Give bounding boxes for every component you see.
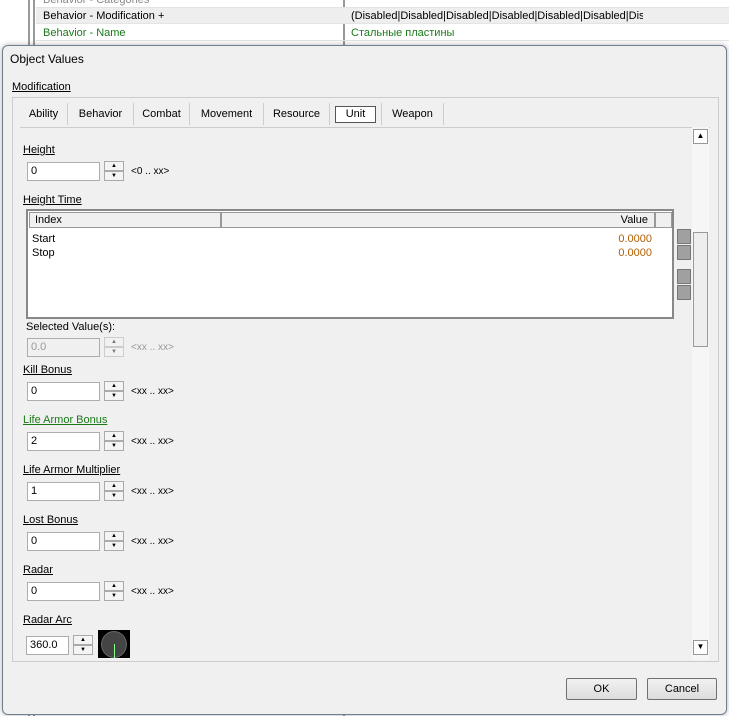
radar-input[interactable]: 0 bbox=[27, 582, 100, 601]
height-time-list[interactable]: Index Value Start 0.0000 Stop 0.0000 bbox=[26, 209, 674, 319]
bg-row-name: Behavior - Categories bbox=[43, 0, 150, 6]
bg-row[interactable]: Behavior - Name Стальные пластины bbox=[36, 25, 729, 41]
radar-label: Radar bbox=[23, 564, 53, 576]
height-input[interactable]: 0 bbox=[27, 162, 100, 181]
row-value: 0.0000 bbox=[618, 247, 652, 259]
lost-bonus-range: <xx .. xx> bbox=[131, 536, 174, 547]
row-index: Stop bbox=[32, 247, 55, 259]
life-armor-multiplier-range: <xx .. xx> bbox=[131, 486, 174, 497]
tab-behavior[interactable]: Behavior bbox=[68, 103, 134, 125]
lost-bonus-spinner[interactable]: ▲ ▼ bbox=[104, 531, 124, 551]
selected-values-label: Selected Value(s): bbox=[26, 321, 116, 333]
tab-ability[interactable]: Ability bbox=[20, 103, 68, 125]
radar-range: <xx .. xx> bbox=[131, 586, 174, 597]
move-down-button[interactable] bbox=[677, 245, 691, 260]
scroll-thumb[interactable] bbox=[693, 232, 708, 347]
bg-row-name: Behavior - Modification + bbox=[43, 10, 165, 22]
ok-button[interactable]: OK bbox=[566, 678, 637, 700]
background-table: Behavior - Categories Behavior - Modific… bbox=[0, 0, 729, 716]
add-button[interactable] bbox=[677, 269, 691, 284]
tab-resource[interactable]: Resource bbox=[264, 103, 330, 125]
bg-row-name: Behavior - Name bbox=[43, 27, 126, 39]
remove-button[interactable] bbox=[677, 285, 691, 300]
bg-row[interactable]: Behavior - Categories bbox=[36, 0, 729, 8]
bg-row-value: Стальные пластины bbox=[351, 27, 455, 39]
kill-bonus-label: Kill Bonus bbox=[23, 364, 72, 376]
group-label: Modification bbox=[12, 81, 71, 93]
kill-bonus-range: <xx .. xx> bbox=[131, 386, 174, 397]
life-armor-bonus-spinner[interactable]: ▲ ▼ bbox=[104, 431, 124, 451]
life-armor-bonus-label: Life Armor Bonus bbox=[23, 414, 108, 426]
scroll-down-icon[interactable]: ▼ bbox=[693, 640, 708, 655]
tab-unit-label: Unit bbox=[335, 106, 376, 123]
cancel-button[interactable]: Cancel bbox=[647, 678, 717, 700]
bg-row-value: (Disabled|Disabled|Disabled|Disabled|Dis… bbox=[351, 10, 643, 22]
list-row[interactable]: Start 0.0000 bbox=[32, 233, 652, 245]
tab-unit[interactable]: Unit bbox=[330, 103, 382, 125]
kill-bonus-spinner[interactable]: ▲ ▼ bbox=[104, 381, 124, 401]
column-index[interactable]: Index bbox=[29, 212, 221, 228]
radar-arc-spinner[interactable]: ▲ ▼ bbox=[73, 635, 93, 655]
selected-value-input: 0.0 bbox=[27, 338, 100, 357]
tab-movement[interactable]: Movement bbox=[190, 103, 264, 125]
height-spinner[interactable]: ▲ ▼ bbox=[104, 161, 124, 181]
bg-row[interactable]: Behavior - Modification + (Disabled|Disab… bbox=[36, 8, 729, 24]
tab-weapon[interactable]: Weapon bbox=[382, 103, 444, 125]
radar-arc-input[interactable]: 360.0 bbox=[26, 636, 69, 655]
scrollbar[interactable]: ▲ ▼ bbox=[692, 127, 709, 660]
radar-arc-dial[interactable] bbox=[98, 630, 130, 658]
life-armor-bonus-range: <xx .. xx> bbox=[131, 436, 174, 447]
kill-bonus-input[interactable]: 0 bbox=[27, 382, 100, 401]
life-armor-multiplier-spinner[interactable]: ▲ ▼ bbox=[104, 481, 124, 501]
height-range: <0 .. xx> bbox=[131, 166, 170, 177]
move-up-button[interactable] bbox=[677, 229, 691, 244]
row-value: 0.0000 bbox=[618, 233, 652, 245]
row-index: Start bbox=[32, 233, 56, 245]
tab-combat[interactable]: Combat bbox=[134, 103, 190, 125]
life-armor-bonus-input[interactable]: 2 bbox=[27, 432, 100, 451]
dialog-title: Object Values bbox=[10, 52, 84, 66]
life-armor-multiplier-input[interactable]: 1 bbox=[27, 482, 100, 501]
column-value[interactable]: Value bbox=[221, 212, 655, 228]
radar-spinner[interactable]: ▲ ▼ bbox=[104, 581, 124, 601]
list-row[interactable]: Stop 0.0000 bbox=[32, 247, 652, 259]
height-label: Height bbox=[23, 144, 55, 156]
lost-bonus-label: Lost Bonus bbox=[23, 514, 79, 526]
life-armor-multiplier-label: Life Armor Multiplier bbox=[23, 464, 121, 476]
height-time-label: Height Time bbox=[23, 194, 82, 206]
scroll-up-icon[interactable]: ▲ bbox=[693, 129, 708, 144]
radar-arc-label: Radar Arc bbox=[23, 614, 72, 626]
selected-value-spinner: ▲ ▼ bbox=[104, 337, 124, 357]
lost-bonus-input[interactable]: 0 bbox=[27, 532, 100, 551]
selected-value-range: <xx .. xx> bbox=[131, 342, 174, 353]
